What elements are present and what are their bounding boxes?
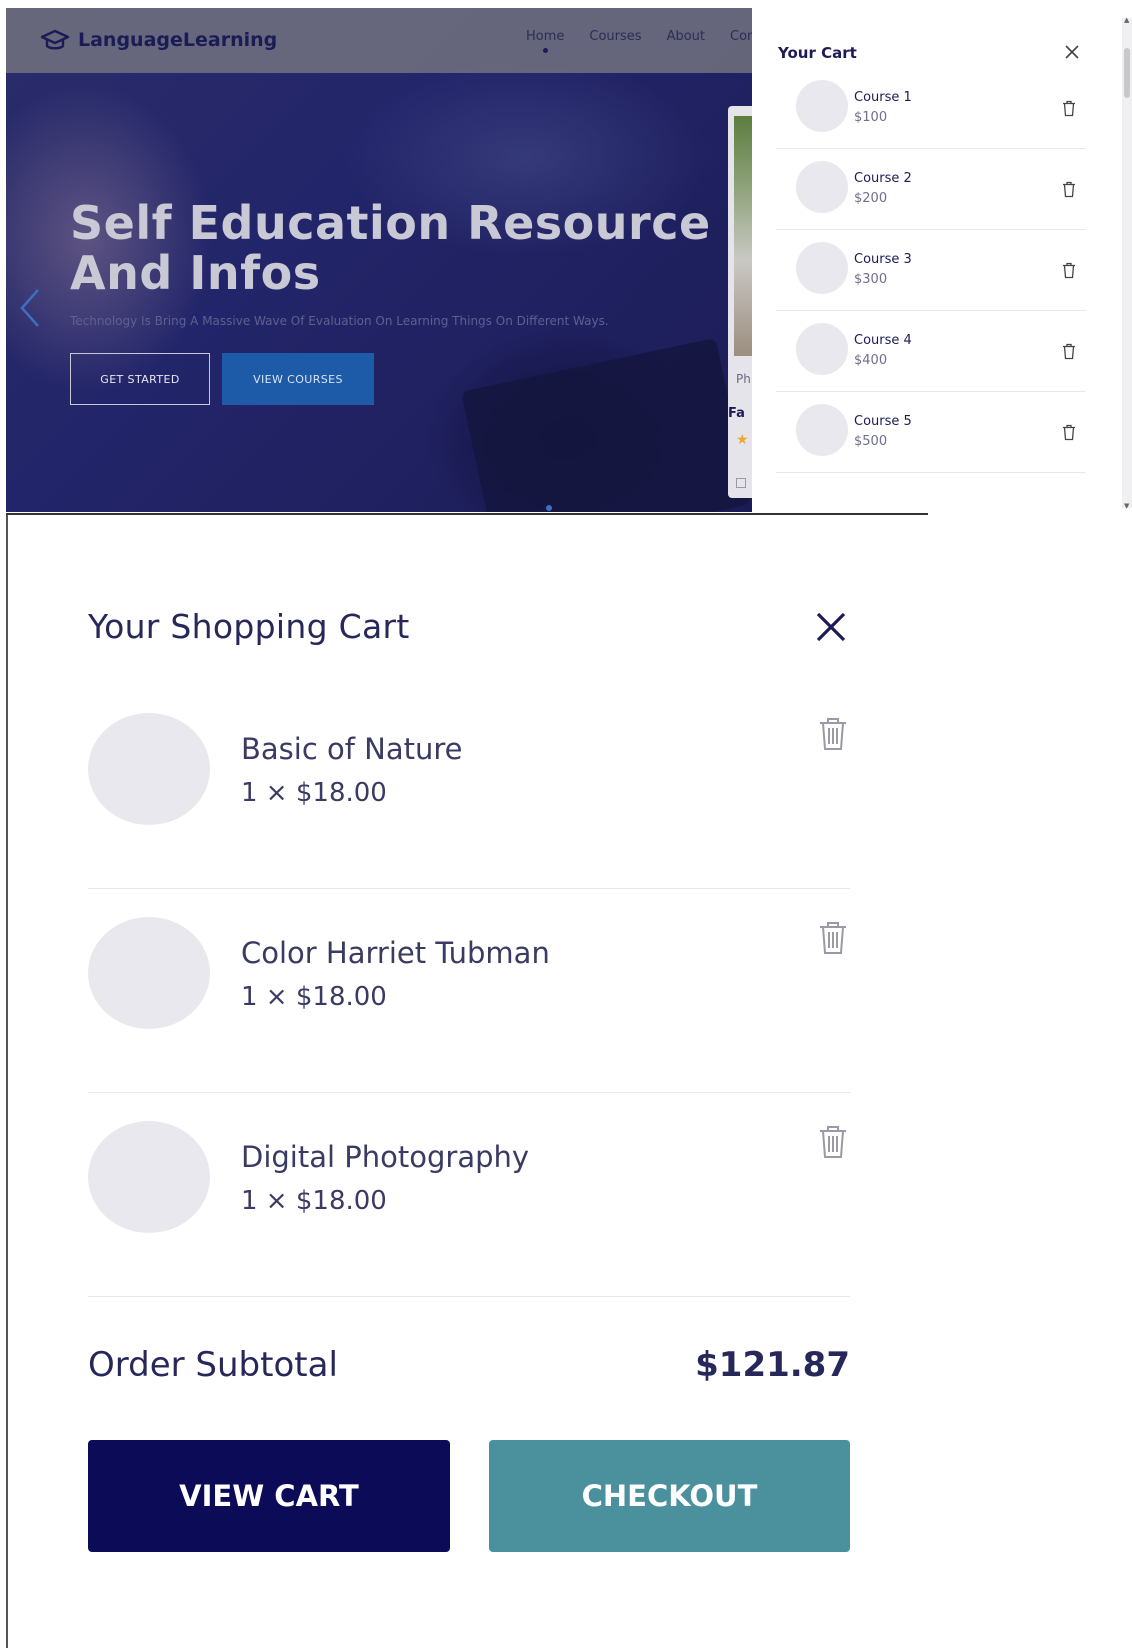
mini-cart-title: Your Cart xyxy=(778,44,857,62)
course-card-partial[interactable]: Ph Fa ★ xyxy=(728,106,752,498)
graduation-cap-icon xyxy=(40,29,70,50)
item-quantity-price: 1 × $18.00 xyxy=(241,982,387,1012)
cart-item: Digital Photography 1 × $18.00 xyxy=(88,1093,850,1297)
item-name[interactable]: Course 2 xyxy=(854,171,912,186)
trash-icon[interactable] xyxy=(1062,100,1076,117)
cart-items-list: Basic of Nature 1 × $18.00 Color Harriet… xyxy=(88,685,850,1297)
scrollbar-thumb[interactable] xyxy=(1124,48,1130,98)
carousel-dot[interactable] xyxy=(546,505,552,511)
item-name[interactable]: Course 5 xyxy=(854,414,912,429)
item-name[interactable]: Course 4 xyxy=(854,333,912,348)
nav-contact[interactable]: Conta xyxy=(730,29,752,44)
item-thumbnail xyxy=(796,404,848,456)
subtotal-label: Order Subtotal xyxy=(88,1345,338,1385)
nav-home[interactable]: Home xyxy=(526,29,564,53)
cart-item: Color Harriet Tubman 1 × $18.00 xyxy=(88,889,850,1093)
mini-cart-item: Course 4 $400 xyxy=(776,311,1086,392)
close-icon[interactable] xyxy=(814,610,848,644)
mini-cart-item: Course 3 $300 xyxy=(776,230,1086,311)
mini-cart-list: Course 1 $100 Course 2 $200 Course 3 $30… xyxy=(776,68,1086,473)
item-thumbnail xyxy=(796,323,848,375)
subtotal-value: $121.87 xyxy=(695,1345,850,1385)
item-name[interactable]: Digital Photography xyxy=(241,1140,529,1174)
item-quantity-price: 1 × $18.00 xyxy=(241,778,387,808)
item-thumbnail xyxy=(796,161,848,213)
item-price: $200 xyxy=(854,191,888,206)
navbar: LanguageLearning Home Courses About Cont… xyxy=(6,8,752,73)
get-started-button[interactable]: GET STARTED xyxy=(70,353,210,405)
item-thumbnail xyxy=(88,1121,210,1233)
course-card-category: Ph xyxy=(736,372,751,386)
course-card-image xyxy=(734,116,752,356)
nav-about[interactable]: About xyxy=(667,29,705,44)
item-name[interactable]: Course 1 xyxy=(854,90,912,105)
item-thumbnail xyxy=(88,917,210,1029)
mini-cart-item: Course 5 $500 xyxy=(776,392,1086,473)
trash-icon[interactable] xyxy=(818,921,848,955)
item-name[interactable]: Course 3 xyxy=(854,252,912,267)
cart-title: Your Shopping Cart xyxy=(88,607,410,646)
view-courses-button[interactable]: VIEW COURSES xyxy=(222,353,374,405)
trash-icon[interactable] xyxy=(1062,181,1076,198)
trash-icon[interactable] xyxy=(818,717,848,751)
item-thumbnail xyxy=(796,80,848,132)
scroll-down-icon[interactable]: ▼ xyxy=(1124,502,1129,510)
trash-icon[interactable] xyxy=(1062,343,1076,360)
carousel-prev-icon[interactable] xyxy=(16,286,44,330)
item-name[interactable]: Color Harriet Tubman xyxy=(241,936,550,970)
item-price: $400 xyxy=(854,353,888,368)
website-hero: LanguageLearning Home Courses About Cont… xyxy=(6,8,752,512)
course-card-title: Fa xyxy=(728,406,745,421)
cart-item: Basic of Nature 1 × $18.00 xyxy=(88,685,850,889)
star-icon: ★ xyxy=(736,432,749,448)
checkout-button[interactable]: CHECKOUT xyxy=(489,1440,850,1552)
item-quantity-price: 1 × $18.00 xyxy=(241,1186,387,1216)
close-icon[interactable] xyxy=(1064,44,1080,60)
item-thumbnail xyxy=(796,242,848,294)
nav-courses[interactable]: Courses xyxy=(589,29,641,44)
trash-icon[interactable] xyxy=(1062,424,1076,441)
site-logo[interactable]: LanguageLearning xyxy=(40,28,277,52)
view-cart-button[interactable]: VIEW CART xyxy=(88,1440,450,1552)
trash-icon[interactable] xyxy=(1062,262,1076,279)
mini-cart-item: Course 1 $100 xyxy=(776,68,1086,149)
logo-text: LanguageLearning xyxy=(78,29,278,51)
item-price: $500 xyxy=(854,434,888,449)
hero-title: Self Education Resource And Infos xyxy=(70,196,711,300)
trash-icon[interactable] xyxy=(818,1125,848,1159)
page-scrollbar[interactable]: ▲ ▼ xyxy=(1122,16,1132,510)
mini-cart-drawer: Your Cart Course 1 $100 Course 2 $200 Co… xyxy=(758,8,1108,512)
item-price: $100 xyxy=(854,110,888,125)
lesson-icon xyxy=(736,478,746,488)
scroll-up-icon[interactable]: ▲ xyxy=(1124,16,1129,24)
item-thumbnail xyxy=(88,713,210,825)
shopping-cart-panel: Your Shopping Cart Basic of Nature 1 × $… xyxy=(8,515,928,1648)
item-price: $300 xyxy=(854,272,888,287)
mini-cart-item: Course 2 $200 xyxy=(776,149,1086,230)
hero-subtitle: Technology Is Bring A Massive Wave Of Ev… xyxy=(70,314,609,328)
item-name[interactable]: Basic of Nature xyxy=(241,732,463,766)
top-screenshot: LanguageLearning Home Courses About Cont… xyxy=(0,0,1132,515)
nav-links: Home Courses About Conta xyxy=(526,29,752,53)
